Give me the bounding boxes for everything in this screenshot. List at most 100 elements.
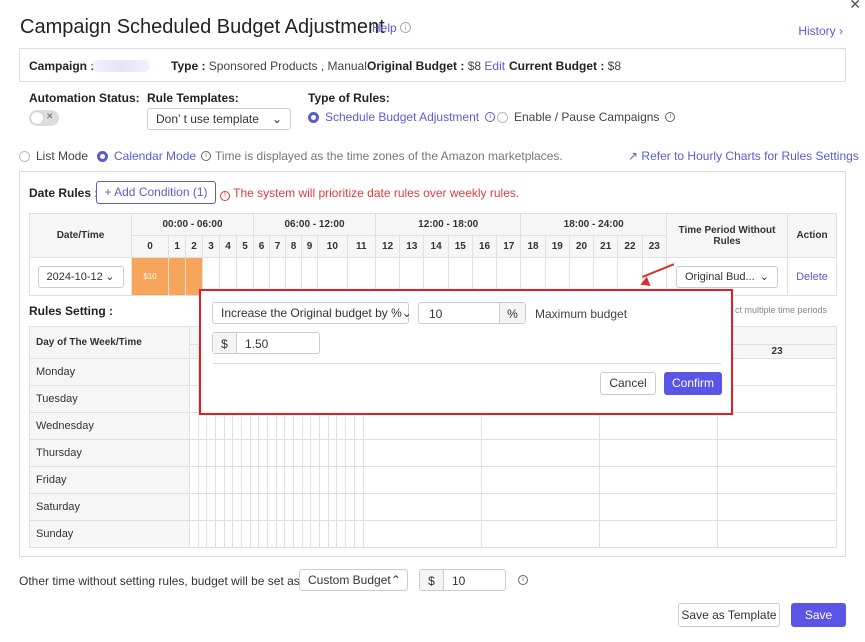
week-hour-cell[interactable] <box>258 439 269 467</box>
save-as-template-button[interactable]: Save as Template <box>678 603 780 627</box>
week-hour-cell[interactable] <box>293 439 303 467</box>
week-hour-cell[interactable] <box>717 385 837 413</box>
week-hour-cell[interactable] <box>206 493 216 521</box>
week-hour-cell[interactable] <box>599 520 719 548</box>
week-hour-cell[interactable] <box>717 493 837 521</box>
edit-budget-link[interactable]: Edit <box>484 59 505 73</box>
week-hour-cell[interactable] <box>293 493 303 521</box>
week-hour-cell[interactable] <box>353 466 365 494</box>
week-hour-cell[interactable] <box>267 412 277 440</box>
week-hour-cell[interactable] <box>363 520 483 548</box>
week-hour-cell[interactable] <box>189 358 199 386</box>
rule-action-select[interactable]: Increase the Original budget by % ⌄ <box>212 302 412 324</box>
week-hour-cell[interactable] <box>336 439 347 467</box>
week-hour-cell[interactable] <box>267 439 277 467</box>
week-hour-cell[interactable] <box>717 520 837 548</box>
week-hour-cell[interactable] <box>363 412 483 440</box>
week-hour-cell[interactable] <box>206 412 216 440</box>
week-hour-cell[interactable] <box>599 493 719 521</box>
week-hour-cell[interactable] <box>223 439 234 467</box>
week-hour-cell[interactable] <box>481 439 601 467</box>
week-hour-cell[interactable] <box>310 412 321 440</box>
week-hour-cell[interactable] <box>363 466 483 494</box>
week-hour-cell[interactable] <box>215 439 225 467</box>
week-hour-cell[interactable] <box>267 466 277 494</box>
week-hour-cell[interactable] <box>241 439 251 467</box>
week-hour-cell[interactable] <box>327 412 338 440</box>
week-hour-cell[interactable] <box>223 412 234 440</box>
week-hour-cell[interactable] <box>310 466 321 494</box>
week-hour-cell[interactable] <box>345 520 355 548</box>
week-hour-cell[interactable] <box>249 466 260 494</box>
budget-type-select[interactable]: Custom Budget ⌃ <box>299 569 408 591</box>
week-hour-cell[interactable] <box>189 466 199 494</box>
week-hour-cell[interactable] <box>319 493 329 521</box>
week-hour-cell[interactable] <box>275 466 286 494</box>
week-hour-cell[interactable] <box>232 466 243 494</box>
week-hour-cell[interactable] <box>275 493 286 521</box>
week-hour-cell[interactable] <box>336 493 347 521</box>
week-hour-cell[interactable] <box>284 520 295 548</box>
week-hour-cell[interactable] <box>345 412 355 440</box>
week-hour-cell[interactable] <box>206 439 216 467</box>
week-hour-cell[interactable] <box>249 520 260 548</box>
week-hour-cell[interactable] <box>284 493 295 521</box>
week-hour-cell[interactable] <box>301 439 312 467</box>
week-hour-cell[interactable] <box>267 520 277 548</box>
week-hour-cell[interactable] <box>481 412 601 440</box>
week-hour-cell[interactable] <box>353 520 365 548</box>
week-hour-cell[interactable] <box>319 466 329 494</box>
week-hour-cell[interactable] <box>275 412 286 440</box>
week-hour-cell[interactable] <box>310 520 321 548</box>
hour-cell[interactable]: $10 <box>130 257 170 296</box>
week-hour-cell[interactable] <box>293 520 303 548</box>
week-hour-cell[interactable] <box>189 439 199 467</box>
week-hour-cell[interactable] <box>258 466 269 494</box>
history-link[interactable]: History › <box>798 24 843 38</box>
week-hour-cell[interactable] <box>206 466 216 494</box>
week-hour-cell[interactable] <box>327 439 338 467</box>
without-rules-select[interactable]: Original Bud... ⌄ <box>676 265 778 288</box>
percent-input[interactable]: 10% <box>418 302 526 324</box>
week-hour-cell[interactable] <box>189 385 199 413</box>
week-hour-cell[interactable] <box>258 520 269 548</box>
week-hour-cell[interactable] <box>353 439 365 467</box>
week-hour-cell[interactable] <box>301 466 312 494</box>
week-hour-cell[interactable] <box>249 439 260 467</box>
week-hour-cell[interactable] <box>363 439 483 467</box>
week-hour-cell[interactable] <box>353 493 365 521</box>
week-hour-cell[interactable] <box>197 520 208 548</box>
week-hour-cell[interactable] <box>327 466 338 494</box>
confirm-button[interactable]: Confirm <box>664 372 722 395</box>
week-hour-cell[interactable] <box>599 466 719 494</box>
week-hour-cell[interactable] <box>189 493 199 521</box>
week-hour-cell[interactable] <box>215 412 225 440</box>
hourly-charts-link[interactable]: ↗ Refer to Hourly Charts for Rules Setti… <box>628 149 859 163</box>
week-hour-cell[interactable] <box>293 466 303 494</box>
week-hour-cell[interactable] <box>481 493 601 521</box>
help-icon[interactable]: i <box>400 22 411 33</box>
week-hour-cell[interactable] <box>717 412 837 440</box>
week-hour-cell[interactable] <box>336 520 347 548</box>
week-hour-cell[interactable] <box>327 493 338 521</box>
delete-link[interactable]: Delete <box>796 271 828 283</box>
week-hour-cell[interactable] <box>310 439 321 467</box>
budget-value-input[interactable]: $10 <box>419 569 506 591</box>
week-hour-cell[interactable] <box>197 466 208 494</box>
week-hour-cell[interactable] <box>301 412 312 440</box>
week-hour-cell[interactable] <box>481 520 601 548</box>
max-budget-input[interactable]: $1.50 <box>212 332 320 354</box>
week-hour-cell[interactable] <box>319 412 329 440</box>
week-hour-cell[interactable] <box>249 412 260 440</box>
week-hour-cell[interactable] <box>336 466 347 494</box>
week-hour-cell[interactable] <box>599 412 719 440</box>
week-hour-cell[interactable] <box>241 412 251 440</box>
week-hour-cell[interactable] <box>206 520 216 548</box>
week-hour-cell[interactable] <box>241 520 251 548</box>
week-hour-cell[interactable] <box>284 439 295 467</box>
week-hour-cell[interactable] <box>345 493 355 521</box>
add-condition-button[interactable]: + Add Condition (1) <box>96 181 216 204</box>
week-hour-cell[interactable] <box>319 520 329 548</box>
week-hour-cell[interactable] <box>481 466 601 494</box>
week-hour-cell[interactable] <box>717 358 837 386</box>
